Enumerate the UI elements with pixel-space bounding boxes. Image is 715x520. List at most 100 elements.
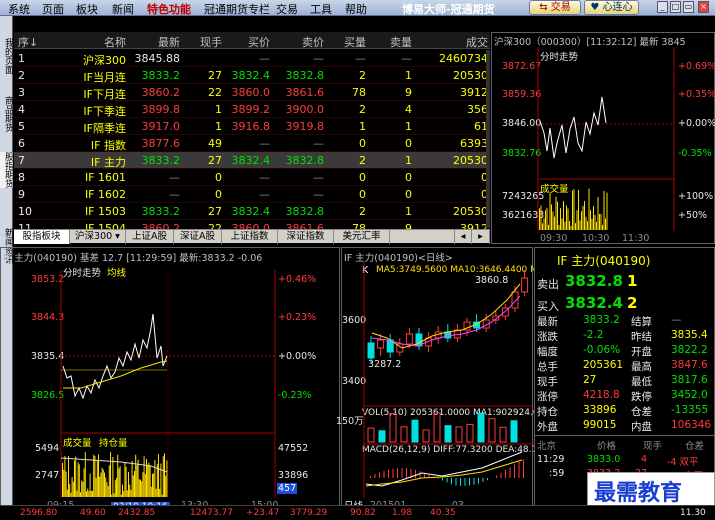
col-volume[interactable]: 成交 <box>426 34 488 50</box>
table-row[interactable]: 3 IF下月连 3860.2 22 3860.0 3861.6 78 9 3912 <box>14 84 490 101</box>
volume-bar <box>66 489 68 497</box>
menu-page[interactable]: 页面 <box>42 1 64 17</box>
volume-bar <box>557 201 558 230</box>
sidebar-tab-index-futures[interactable]: 股指期货 <box>0 152 13 188</box>
table-row[interactable]: 6 IF 指数 3877.6 49 — — 0 0 6393 <box>14 135 490 152</box>
tab-sz-index[interactable]: 深证指数 <box>278 230 334 244</box>
col-bid[interactable]: 买价 <box>222 34 270 50</box>
volume-bar <box>548 224 549 230</box>
table-cell: 1 <box>215 103 222 116</box>
tab-sh-a[interactable]: 上证A股 <box>126 230 174 244</box>
tab-hs300[interactable]: 沪深300 ▾ <box>70 230 126 244</box>
table-cell: 3832.4 <box>231 69 271 82</box>
heart-button[interactable]: ♥ 心连心 <box>584 0 639 15</box>
volume-bar <box>149 465 151 497</box>
sell-label: 卖出 <box>537 278 559 291</box>
volume-bar <box>155 488 157 497</box>
tab-next-icon[interactable]: ▸ <box>472 230 490 244</box>
volume-bar <box>150 486 152 497</box>
minimize-icon[interactable]: _ <box>657 1 668 13</box>
volume-bar <box>135 454 137 497</box>
menu-tools[interactable]: 工具 <box>310 1 332 17</box>
table-header: 序↓ 名称 最新 现手 买价 卖价 买量 卖量 成交 <box>14 32 490 49</box>
intraday-panel: IF 主力(040190) 基差 12.7 [11:29:59] 最新:3833… <box>0 247 340 512</box>
volume-bar <box>87 488 89 497</box>
table-row[interactable]: 5 IF隔季连 3917.0 1 3916.8 3919.8 1 1 61 <box>14 118 490 135</box>
volume-bar <box>138 479 140 497</box>
quote-stat: 3833.2 <box>583 314 620 326</box>
table-row[interactable]: 10 IF 1503 3833.2 27 3832.4 3832.8 2 1 20530 <box>14 203 490 220</box>
restore-icon[interactable]: ▭ <box>683 1 694 13</box>
kline-volume-bar <box>367 427 375 443</box>
table-row[interactable]: 7 IF 主力 3833.2 27 3832.4 3832.8 2 1 20530 <box>14 152 490 169</box>
table-cell: 3916.8 <box>231 120 271 133</box>
col-seq[interactable]: 序↓ <box>18 34 38 50</box>
menu-features[interactable]: 特色功能 <box>147 1 191 17</box>
table-cell: 3833.2 <box>141 154 181 167</box>
table-cell: 4 <box>18 103 25 116</box>
tab-index-sector[interactable]: 股指板块 <box>14 230 70 244</box>
maximize-icon[interactable]: □ <box>670 1 681 13</box>
menu-system[interactable]: 系统 <box>8 1 30 17</box>
table-cell: 0 <box>405 171 412 184</box>
volume-bar <box>579 220 581 230</box>
quote-stat: -0.06% <box>583 344 621 356</box>
volume-bar <box>166 460 168 497</box>
volume-bar <box>69 483 71 497</box>
tab-sz-a[interactable]: 深证A股 <box>174 230 222 244</box>
volume-bar <box>114 480 116 497</box>
table-cell: 20530 <box>453 154 488 167</box>
menu-column[interactable]: 冠通期货专栏 <box>204 1 270 17</box>
col-cur-vol[interactable]: 现手 <box>182 34 222 50</box>
volume-bar <box>558 224 560 230</box>
trade-divider <box>535 435 715 436</box>
table-cell: 沪深300 <box>83 54 126 67</box>
volume-bar <box>94 455 96 497</box>
volume-bar <box>105 477 107 497</box>
quote-stat: 4218.8 <box>583 389 620 401</box>
trade-button-label: 交易 <box>550 2 571 13</box>
tab-usd-fx[interactable]: 美元汇率 <box>334 230 390 244</box>
tab-sh-index[interactable]: 上证指数 <box>222 230 278 244</box>
table-row[interactable]: 8 IF 1601 — 0 — — 0 0 0 <box>14 169 490 186</box>
col-last[interactable]: 最新 <box>132 34 180 50</box>
trade-button[interactable]: ⇆ 交易 <box>529 0 581 15</box>
table-cell: 5 <box>18 120 25 133</box>
candle <box>377 339 385 349</box>
table-row[interactable]: 2 IF当月连 3833.2 27 3832.4 3832.8 2 1 20530 <box>14 67 490 84</box>
menu-trade[interactable]: 交易 <box>276 1 298 17</box>
table-row[interactable]: 1 沪深300 3845.88 — — — — 2460734 <box>14 50 490 67</box>
col-ask[interactable]: 卖价 <box>276 34 324 50</box>
table-cell: 1 <box>215 120 222 133</box>
menu-help[interactable]: 帮助 <box>345 1 367 17</box>
kline-volume-bar <box>510 420 518 443</box>
sidebar-tab-my-page[interactable]: 我的页面 <box>0 38 13 74</box>
col-bid-vol[interactable]: 买量 <box>330 34 366 50</box>
volume-bar <box>575 223 576 230</box>
table-row[interactable]: 9 IF 1602 — 0 — — 0 0 0 <box>14 186 490 203</box>
volume-bar <box>62 462 63 497</box>
table-cell: IF当月连 <box>83 71 126 84</box>
sidebar-tab-commodity[interactable]: 商品期货 <box>0 96 13 132</box>
table-cell: IF 1602 <box>84 188 126 201</box>
kline-volume-bar <box>389 413 397 443</box>
menu-sector[interactable]: 板块 <box>76 1 98 17</box>
menu-news[interactable]: 新闻 <box>112 1 134 17</box>
table-scrollbar[interactable] <box>486 50 490 228</box>
close-icon[interactable]: × <box>698 1 709 13</box>
quote-stat: 3452.0 <box>671 389 708 401</box>
volume-bar <box>118 468 120 497</box>
table-cell: IF 主力 <box>90 156 126 169</box>
volume-bar <box>106 482 108 497</box>
col-name[interactable]: 名称 <box>74 34 126 50</box>
quote-stat: 205361 <box>583 359 624 371</box>
volume-bar <box>160 463 162 497</box>
volume-bar <box>82 481 84 497</box>
table-cell: — <box>313 171 324 184</box>
quote-stat: 涨跌 <box>537 331 558 343</box>
col-ask-vol[interactable]: 卖量 <box>372 34 412 50</box>
buy-label: 买入 <box>537 300 559 313</box>
volume-bar <box>560 208 561 230</box>
tab-prev-icon[interactable]: ◂ <box>454 230 472 244</box>
table-row[interactable]: 4 IF下季连 3899.8 1 3899.2 3900.0 2 4 356 <box>14 101 490 118</box>
